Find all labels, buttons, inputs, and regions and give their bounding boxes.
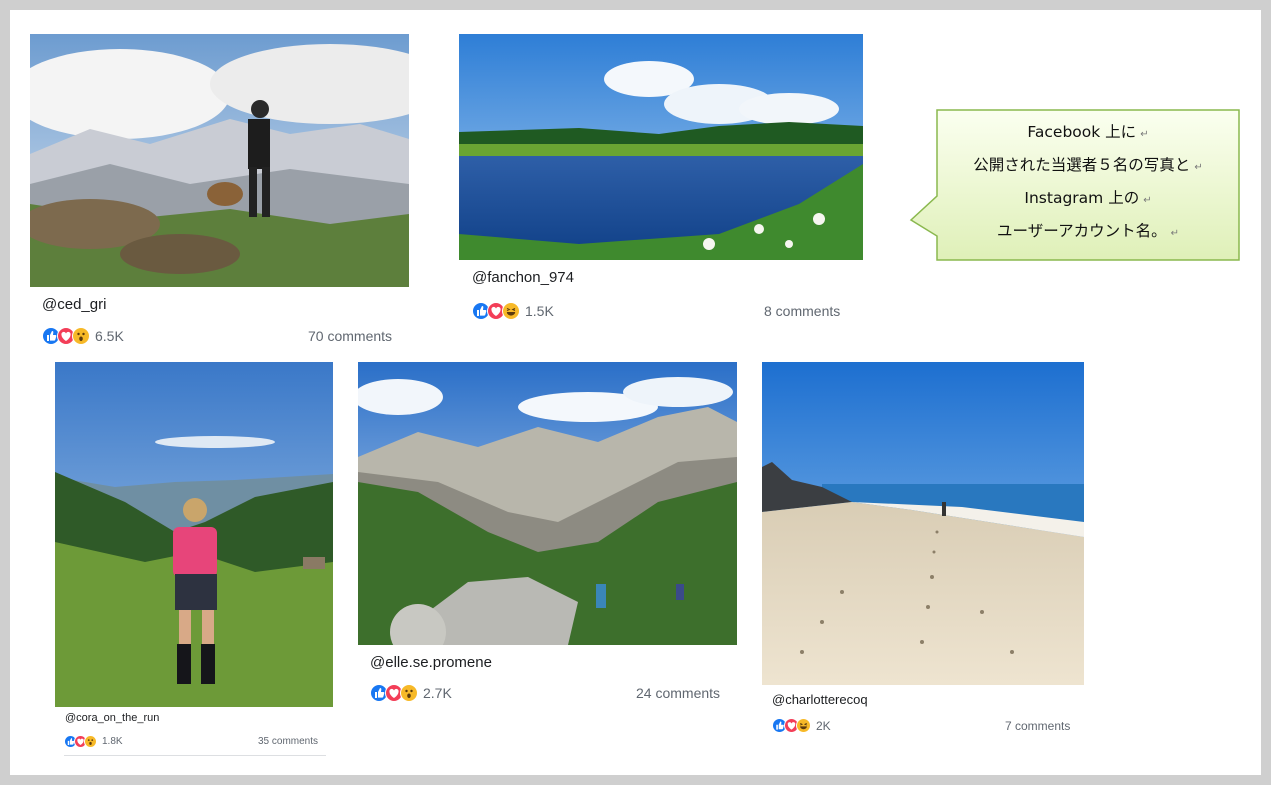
reaction-summary[interactable]: 6.5K — [42, 327, 124, 345]
page-frame: @ced_gri 6.5K 70 comments @fanchon_974 1… — [10, 10, 1261, 775]
card-divider — [64, 755, 326, 756]
callout-line-2: 公開された当選者５名の写真と — [973, 156, 1191, 174]
reaction-count: 6.5K — [95, 328, 124, 344]
post-photo-alpine-valley[interactable] — [358, 362, 737, 645]
callout-line-1: Facebook 上に — [1027, 123, 1137, 141]
wow-icon — [72, 327, 90, 345]
comments-count[interactable]: 24 comments — [636, 685, 720, 701]
haha-icon — [502, 302, 520, 320]
post-username[interactable]: @ced_gri — [42, 296, 106, 313]
reaction-count: 2.7K — [423, 685, 452, 701]
post-username[interactable]: @fanchon_974 — [472, 269, 574, 286]
return-mark: ↵ — [1170, 228, 1179, 239]
comments-count[interactable]: 8 comments — [764, 303, 840, 319]
return-mark: ↵ — [1194, 162, 1203, 173]
post-username[interactable]: @elle.se.promene — [370, 654, 492, 671]
comments-count[interactable]: 70 comments — [308, 328, 392, 344]
post-username[interactable]: @charlotterecoq — [772, 692, 868, 707]
reaction-summary[interactable]: 1.5K — [472, 302, 554, 320]
post-username[interactable]: @cora_on_the_run — [65, 712, 159, 724]
annotation-callout: Facebook 上に ↵ 公開された当選者５名の写真と ↵ Instagram 上… — [909, 108, 1240, 261]
callout-line-3: Instagram 上の — [1024, 189, 1140, 207]
post-photo-mountain-hiker[interactable] — [30, 34, 409, 287]
callout-line-4: ユーザーアカウント名。 — [997, 222, 1167, 240]
reaction-summary[interactable]: 2.7K — [370, 684, 452, 702]
reaction-count: 2K — [816, 718, 831, 733]
reaction-count: 1.5K — [525, 303, 554, 319]
haha-icon — [796, 718, 811, 733]
post-photo-valley-runner[interactable] — [55, 362, 333, 707]
wow-icon — [400, 684, 418, 702]
return-mark: ↵ — [1143, 195, 1152, 206]
comments-count[interactable]: 35 comments — [258, 736, 318, 747]
reaction-summary[interactable]: 2K — [772, 718, 831, 733]
comments-count[interactable]: 7 comments — [1005, 719, 1070, 733]
reaction-summary[interactable]: 1.8K — [64, 735, 123, 748]
post-photo-lake[interactable] — [459, 34, 863, 260]
post-photo-beach[interactable] — [762, 362, 1084, 685]
return-mark: ↵ — [1140, 129, 1149, 140]
reaction-count: 1.8K — [102, 736, 123, 747]
callout-text: Facebook 上に ↵ 公開された当選者５名の写真と ↵ Instagram 上… — [937, 116, 1239, 248]
wow-icon — [84, 735, 97, 748]
